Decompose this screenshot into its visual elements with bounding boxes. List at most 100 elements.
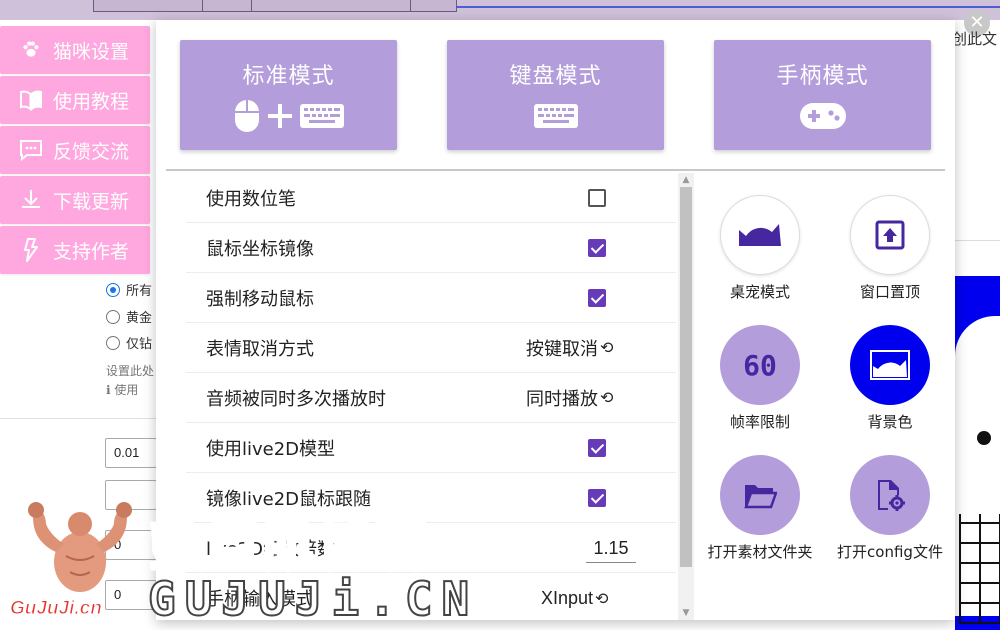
pin-top-icon [850, 195, 930, 275]
background-text: 创此文 [952, 30, 998, 48]
toolbar-cell [251, 0, 411, 12]
divider [0, 418, 156, 419]
pet-mode-button[interactable]: 桌宠模式 [700, 195, 820, 302]
divider [166, 169, 945, 171]
config-file-icon [850, 455, 930, 535]
mode-label: 手柄模式 [776, 64, 869, 89]
setting-label: 表情取消方式 [206, 338, 314, 360]
value-input[interactable]: 0 [105, 580, 157, 610]
sidebar-item-download-update[interactable]: 下载更新 [0, 176, 150, 224]
progress-line [456, 6, 1000, 8]
download-icon [18, 187, 44, 213]
setting-audio-overlap: 音频被同时多次播放时 同时播放 ⟲ [186, 373, 676, 423]
radio-label: 黄金 [126, 311, 153, 326]
action-label: 打开config文件 [837, 543, 943, 561]
frame-rate-limit-button[interactable]: 60 帧率限制 [700, 325, 820, 432]
sidebar-item-label: 猫咪设置 [53, 40, 130, 63]
action-label: 背景色 [867, 413, 913, 431]
gamepad-icon [714, 98, 931, 134]
mode-label: 标准模式 [242, 64, 335, 89]
action-label: 桌宠模式 [729, 283, 790, 301]
value-input[interactable]: 0 [105, 530, 157, 560]
audio-overlap-toggle[interactable]: 同时播放 ⟲ [526, 385, 613, 411]
background-color-icon [850, 325, 930, 405]
scroll-down-icon[interactable]: ▼ [678, 606, 694, 620]
divider [955, 240, 1000, 241]
keyboard-icon [447, 98, 664, 134]
force-mouse-move-checkbox[interactable] [588, 288, 606, 307]
mode-label: 键盘模式 [509, 64, 602, 89]
setting-mouse-mirror: 鼠标坐标镜像 [186, 223, 676, 273]
setting-label: 鼠标坐标镜像 [206, 238, 314, 260]
setting-digital-pen: 使用数位笔 [186, 173, 676, 223]
live2d-scale-input[interactable]: 1.15 [586, 533, 636, 563]
value-input[interactable]: 0.01 [105, 438, 157, 468]
sidebar-item-cat-settings[interactable]: 猫咪设置 [0, 26, 150, 74]
setting-use-live2d: 使用live2D模型 [186, 423, 676, 473]
toggle-value: XInput [541, 587, 594, 608]
cycle-icon: ⟲ [600, 338, 614, 357]
setting-label: 手柄输入模式 [206, 589, 314, 610]
expression-cancel-toggle[interactable]: 按键取消 ⟲ [526, 335, 613, 361]
setting-label: 使用数位笔 [206, 188, 296, 210]
folder-open-icon [720, 455, 800, 535]
scroll-up-icon[interactable]: ▲ [678, 173, 694, 187]
paw-icon [18, 37, 44, 63]
open-config-file-button[interactable]: 打开config文件 [830, 455, 950, 562]
setting-label: 镜像live2D鼠标跟随 [206, 488, 372, 510]
sidebar-item-label: 使用教程 [53, 90, 130, 113]
info-note-text: 使用 [114, 383, 139, 397]
sidebar-item-tutorial[interactable]: 使用教程 [0, 76, 150, 124]
action-label: 窗口置顶 [859, 283, 920, 301]
standard-mode-button[interactable]: 标准模式 [180, 40, 397, 150]
radio-option[interactable]: 黄金 [106, 307, 152, 326]
toolbar-cell [202, 0, 252, 12]
setting-force-mouse-move: 强制移动鼠标 [186, 273, 676, 323]
value-input[interactable] [105, 480, 157, 510]
setting-expression-cancel: 表情取消方式 按键取消 ⟲ [186, 323, 676, 373]
cycle-icon: ⟲ [600, 388, 614, 407]
use-live2d-checkbox[interactable] [588, 438, 606, 457]
open-assets-folder-button[interactable]: 打开素材文件夹 [700, 455, 820, 562]
action-label: 打开素材文件夹 [707, 543, 813, 561]
radio-option[interactable]: 所有 [106, 280, 152, 299]
lightning-icon [18, 237, 44, 263]
cat-ears-icon [720, 195, 800, 275]
chat-icon [18, 137, 44, 163]
mouse-mirror-checkbox[interactable] [588, 238, 606, 257]
radio-label: 仅钻 [126, 337, 153, 352]
sidebar-item-label: 反馈交流 [53, 140, 130, 163]
cycle-icon: ⟲ [595, 588, 609, 608]
toolbar-cell [93, 0, 203, 12]
live2d-mirror-checkbox[interactable] [588, 488, 606, 507]
cat-preview [955, 276, 1000, 630]
keyboard-mode-button[interactable]: 键盘模式 [447, 40, 664, 150]
setting-live2d-mirror: 镜像live2D鼠标跟随 [186, 473, 676, 523]
sidebar-item-support-author[interactable]: 支持作者 [0, 226, 150, 274]
radio-icon[interactable] [106, 335, 120, 350]
fps-value: 60 [743, 348, 777, 382]
settings-note: 设置此处 [106, 364, 155, 378]
radio-option[interactable]: 仅钻 [106, 333, 152, 352]
setting-gamepad-input: 手柄输入模式 XInput ⟲ [186, 573, 676, 623]
info-note: ℹ 使用 [106, 383, 139, 397]
background-toolbar [0, 0, 1000, 20]
toolbar-cell [410, 0, 457, 12]
radio-icon[interactable] [106, 309, 120, 324]
background-color-button[interactable]: 背景色 [830, 325, 950, 432]
toggle-value: 同时播放 [526, 388, 598, 410]
toggle-value: 按键取消 [526, 338, 598, 360]
radio-icon[interactable] [106, 282, 120, 297]
sidebar-item-label: 下载更新 [53, 190, 130, 213]
scroll-thumb[interactable] [680, 187, 692, 567]
window-on-top-button[interactable]: 窗口置顶 [830, 195, 950, 302]
sidebar-item-feedback[interactable]: 反馈交流 [0, 126, 150, 174]
gamepad-input-toggle[interactable]: XInput ⟲ [541, 588, 608, 609]
radio-label: 所有 [126, 284, 153, 299]
cat-eye [977, 431, 991, 445]
digital-pen-checkbox[interactable] [588, 188, 606, 207]
setting-label: live2D缩放倍数 [206, 538, 336, 560]
settings-scrollbar[interactable]: ▲ ▼ [678, 173, 694, 620]
setting-label: 音频被同时多次播放时 [206, 388, 386, 410]
gamepad-mode-button[interactable]: 手柄模式 [714, 40, 931, 150]
